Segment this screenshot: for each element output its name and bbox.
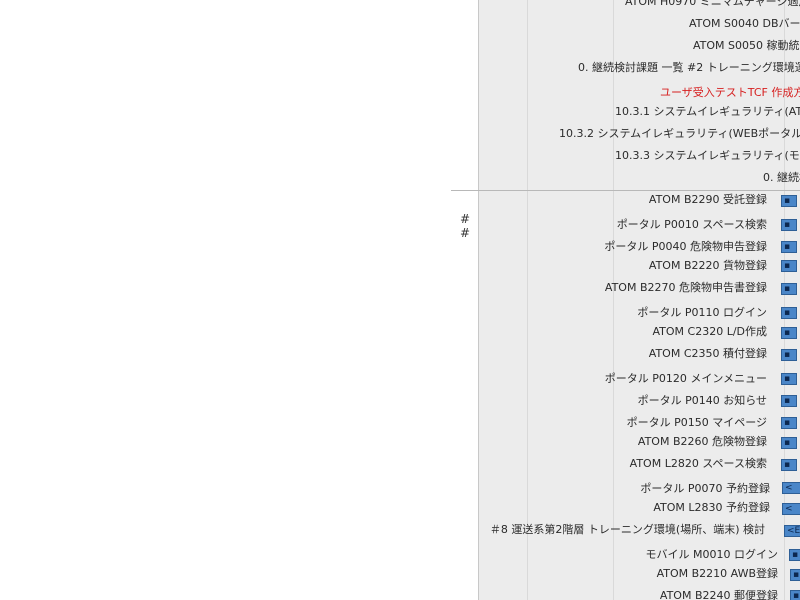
task-bar[interactable]: ▪ — [790, 590, 800, 600]
task-bar[interactable]: <E — [784, 525, 800, 537]
gantt-grid-line — [613, 0, 614, 600]
task-label[interactable]: ポータル P0070 予約登録 — [640, 482, 770, 496]
task-bar[interactable]: ▪ — [781, 260, 797, 272]
task-label[interactable]: ATOM B2240 郵便登録 — [660, 589, 778, 600]
task-label[interactable]: ＃8 運送系第2階層 トレーニング環境(場所、端末) 検討 — [490, 523, 765, 537]
task-label[interactable]: 0. 継続検討課題 一覧 #2 トレーニング環境運 — [578, 61, 800, 75]
task-label[interactable]: ATOM S0040 DBバージ — [689, 17, 800, 31]
task-bar[interactable]: ▪ — [781, 395, 797, 407]
task-label[interactable]: モバイル M0010 ログイン — [646, 548, 778, 562]
task-bar[interactable]: ▪ — [781, 241, 797, 253]
task-bar[interactable]: ▪ — [790, 569, 800, 581]
task-bar[interactable]: ▪ — [781, 219, 797, 231]
section-label: ## — [458, 212, 472, 240]
task-label-highlight[interactable]: ユーザ受入テストTCF 作成方 — [660, 86, 800, 100]
task-label[interactable]: ポータル P0120 メインメニュー — [605, 372, 767, 386]
task-bar[interactable]: ▪ — [781, 459, 797, 471]
task-bar[interactable]: ▪ — [781, 327, 797, 339]
task-bar[interactable]: ▪ — [789, 549, 800, 561]
task-label[interactable]: ポータル P0110 ログイン — [637, 306, 767, 320]
gantt-canvas: ## ATOM H0970 ミニマムチャージ適用 ATOM S0040 DBバー… — [0, 0, 800, 600]
task-bar[interactable]: ▪ — [781, 307, 797, 319]
task-bar[interactable]: ▪ — [781, 437, 797, 449]
task-label[interactable]: ATOM B2260 危険物登録 — [638, 435, 767, 449]
task-bar[interactable]: ▪ — [781, 283, 797, 295]
task-bar[interactable]: ▪ — [781, 373, 797, 385]
task-label[interactable]: ATOM C2320 L/D作成 — [652, 325, 767, 339]
task-label[interactable]: ATOM S0050 稼動統計 — [693, 39, 800, 53]
task-label[interactable]: 10.3.2 システムイレギュラリティ(WEBポータルサ — [559, 127, 800, 141]
task-label[interactable]: ATOM H0970 ミニマムチャージ適用 — [625, 0, 800, 9]
task-label[interactable]: ATOM L2820 スペース検索 — [630, 457, 767, 471]
task-bar[interactable]: < — [782, 503, 800, 515]
task-label[interactable]: ATOM C2350 積付登録 — [649, 347, 767, 361]
task-label[interactable]: ポータル P0040 危険物申告登録 — [604, 240, 767, 254]
task-label[interactable]: ATOM L2830 予約登録 — [653, 501, 770, 515]
task-label[interactable]: ポータル P0150 マイページ — [627, 416, 767, 430]
task-label[interactable]: ATOM B2210 AWB登録 — [657, 567, 778, 581]
task-label[interactable]: ポータル P0010 スペース検索 — [617, 218, 767, 232]
task-label[interactable]: ATOM B2220 貨物登録 — [649, 259, 767, 273]
task-label[interactable]: ATOM B2270 危険物申告書登録 — [605, 281, 767, 295]
task-label[interactable]: ATOM B2290 受託登録 — [649, 193, 767, 207]
task-label[interactable]: 0. 継続樹 — [763, 171, 800, 185]
task-bar[interactable]: ▪ — [781, 195, 797, 207]
task-label[interactable]: 10.3.1 システムイレギュラリティ(ATO — [615, 105, 800, 119]
gantt-grid-line — [527, 0, 528, 600]
task-bar[interactable]: ▪ — [781, 417, 797, 429]
section-divider — [451, 190, 800, 191]
task-label[interactable]: ポータル P0140 お知らせ — [638, 394, 767, 408]
task-bar[interactable]: ▪ — [781, 349, 797, 361]
task-label[interactable]: 10.3.3 システムイレギュラリティ(モバ — [615, 149, 800, 163]
task-bar[interactable]: < — [782, 482, 800, 494]
